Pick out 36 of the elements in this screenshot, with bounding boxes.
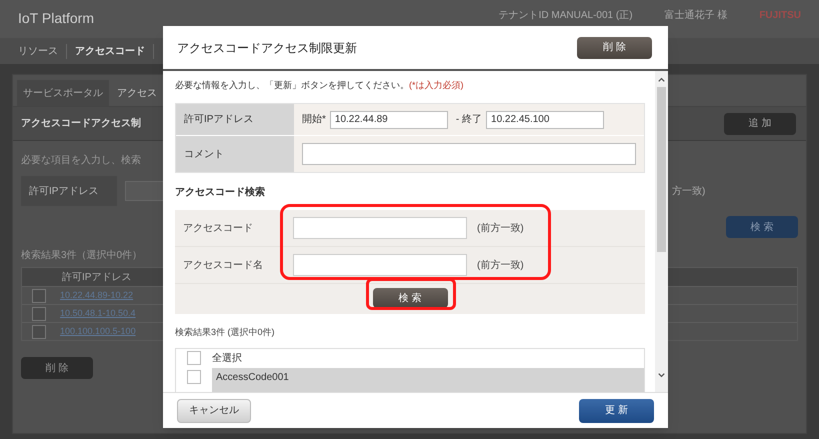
column-header: 許可IPアドレス: [62, 270, 132, 284]
match-hint: 方一致): [672, 184, 706, 198]
match-hint: (前方一致): [477, 222, 524, 236]
nav-item[interactable]: アクセスコード: [67, 44, 154, 58]
input-field[interactable]: 10.22.45.100: [486, 110, 604, 128]
result-count: 検索結果3件（選択中0件）: [21, 248, 142, 263]
filter-label: 許可IPアドレス: [21, 176, 117, 206]
select-all-label: 全選択: [212, 352, 242, 366]
delete-button[interactable]: 削 除: [21, 357, 93, 379]
field-label: コメント: [176, 136, 294, 172]
section-title: アクセスコードアクセス制: [21, 116, 141, 131]
search-button[interactable]: 検 索: [372, 288, 448, 308]
input-field[interactable]: 10.22.44.89: [330, 110, 448, 128]
nav-item[interactable]: リソース: [10, 44, 67, 58]
search-button[interactable]: 検 索: [726, 216, 798, 238]
end-label: - 終了: [456, 113, 482, 127]
app-logo: IoT Platform: [18, 10, 94, 26]
dialog-title: アクセスコードアクセス制限更新: [177, 40, 357, 56]
brand-logo: FUJITSU: [759, 10, 801, 22]
user-menu[interactable]: 富士通花子 様: [664, 10, 728, 22]
update-button[interactable]: 更 新: [579, 398, 654, 422]
access-code-row[interactable]: AccessCode001: [212, 368, 644, 386]
field-label: アクセスコード: [182, 222, 254, 236]
description-text: 必要な項目を入力し、検索: [21, 154, 141, 168]
tenant-menu[interactable]: テナントID MANUAL-001 (正): [498, 10, 633, 22]
tab[interactable]: サービスポータル: [17, 80, 109, 106]
start-label: 開始*: [302, 113, 326, 127]
add-button[interactable]: 追 加: [724, 112, 796, 134]
field-label: 許可IPアドレス: [176, 104, 294, 135]
section-heading: アクセスコード検索: [175, 186, 266, 200]
match-hint: (前方一致): [477, 258, 524, 272]
instructions-text: 必要な情報を入力し、「更新」ボタンを押してください。(*は入力必須): [175, 79, 464, 92]
result-count: 検索結果3件 (選択中0件): [175, 326, 276, 339]
cancel-button[interactable]: キャンセル: [177, 398, 251, 422]
field-label: アクセスコード名: [182, 258, 264, 272]
delete-button[interactable]: 削 除: [577, 36, 652, 58]
